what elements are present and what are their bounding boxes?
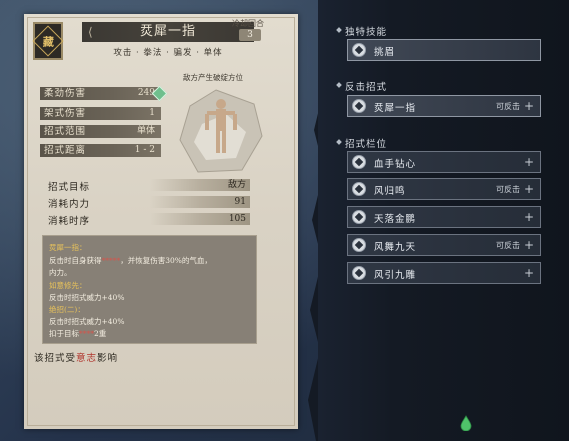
desc-line-4: 反击时招式威力+40%: [49, 317, 125, 326]
skill-name: 烎犀一指: [374, 103, 417, 114]
skill-slot-5[interactable]: 风引九雕 +: [347, 262, 541, 284]
desc-line-2: 内力。: [49, 268, 72, 277]
skill-slot-3[interactable]: 天落金鹏 +: [347, 206, 541, 228]
footer-note: 该招式受意志影响: [34, 353, 119, 364]
skill-subtitle: 攻击 · 拳法 · 骗发 · 单体: [113, 48, 223, 58]
seal-icon: 藏: [32, 22, 64, 60]
skill-title-bar: ⟨ 烎犀一指: [82, 22, 254, 42]
counter-tag: 可反击: [496, 102, 520, 111]
info-label: 消耗时序: [48, 216, 91, 227]
body-figure-icon: [179, 89, 263, 173]
skill-icon: [352, 43, 366, 57]
stat-row-distance: 招式距离 1 - 2: [40, 144, 161, 157]
skill-icon: [352, 99, 366, 113]
skill-name: 风归鸣: [374, 186, 406, 197]
skill-name: 挑眉: [374, 47, 396, 58]
skill-name: 风引九雕: [374, 270, 417, 281]
title-bracket-icon: ⟨: [88, 25, 94, 39]
info-label: 招式目标: [48, 182, 91, 193]
counter-skill-slot[interactable]: 烎犀一指 可反击 +: [347, 95, 541, 117]
stat-value: 单体: [136, 126, 155, 136]
add-icon[interactable]: +: [524, 100, 534, 112]
skill-icon: [352, 155, 366, 169]
description-box: 烎犀一指： 反击时自身获得*****，并恢复伤害30%的气血， 内力。 如意修先…: [42, 235, 257, 344]
stat-row-stance-damage: 架式伤害 1: [40, 107, 161, 120]
info-row-target: 招式目标 敌方: [48, 179, 250, 193]
skill-card: 藏 ⟨ 烎犀一指 攻击 · 拳法 · 骗发 · 单体 冷却回合 3 柔劲伤害 2…: [24, 14, 298, 429]
skill-icon: [352, 182, 366, 196]
stat-row-range: 招式范围 单体: [40, 125, 161, 138]
add-icon[interactable]: +: [524, 239, 534, 251]
counter-tag: 可反击: [496, 185, 520, 194]
seal-glyph: 藏: [42, 35, 54, 48]
add-icon[interactable]: +: [524, 183, 534, 195]
skill-icon: [352, 210, 366, 224]
skill-icon: [352, 238, 366, 252]
ultimate-title: 绝招(二)：: [49, 305, 85, 314]
skill-name: 天落金鹏: [374, 214, 417, 225]
stat-label: 招式距离: [44, 145, 87, 156]
skill-icon: [352, 266, 366, 280]
counter-tag: 可反击: [496, 241, 520, 250]
skill-name: 风舞九天: [374, 242, 417, 253]
stat-label: 招式范围: [44, 126, 87, 137]
desc-line-1: 反击时自身获得*****，并恢复伤害30%的气血，: [49, 256, 212, 265]
desc-line-5: 扣于目标****2重: [49, 329, 107, 338]
info-value: 105: [150, 213, 250, 225]
skill-slot-1[interactable]: 血手钻心 +: [347, 151, 541, 173]
cooldown-value: 3: [239, 29, 261, 41]
stat-value: 1: [149, 108, 155, 118]
add-icon[interactable]: +: [524, 156, 534, 168]
counter-skill-title: 反击招式: [345, 79, 387, 93]
effect-title: 烎犀一指：: [49, 243, 87, 252]
info-value: 敌方: [150, 179, 250, 191]
stat-row-soft-damage: 柔劲伤害 249: [40, 85, 168, 102]
unique-skill-title: 独特技能: [345, 24, 387, 38]
slots-title: 招式栏位: [345, 136, 387, 150]
cooldown-label: 冷却回合: [232, 19, 264, 28]
desc-line-3: 反击时招式威力+40%: [49, 293, 125, 302]
info-row-time-cost: 消耗时序 105: [48, 213, 250, 227]
skill-title: 烎犀一指: [139, 24, 196, 39]
droplet-icon: [460, 415, 472, 431]
stat-label: 架式伤害: [44, 108, 87, 119]
skill-slot-2[interactable]: 风归鸣 可反击 +: [347, 178, 541, 200]
skill-name: 血手钻心: [374, 159, 417, 170]
weak-point-label: 敌方产生破绽方位: [183, 73, 243, 82]
stat-label: 柔劲伤害: [44, 88, 87, 99]
info-value: 91: [150, 196, 250, 208]
skill-slot-4[interactable]: 风舞九天 可反击 +: [347, 234, 541, 256]
add-icon[interactable]: +: [524, 211, 534, 223]
unique-skill-slot[interactable]: 挑眉: [347, 39, 541, 61]
stat-value: 1 - 2: [134, 145, 155, 155]
info-row-mp-cost: 消耗内力 91: [48, 196, 250, 210]
add-icon[interactable]: +: [524, 267, 534, 279]
info-label: 消耗内力: [48, 199, 91, 210]
bonus-title: 如意修先：: [49, 281, 87, 290]
